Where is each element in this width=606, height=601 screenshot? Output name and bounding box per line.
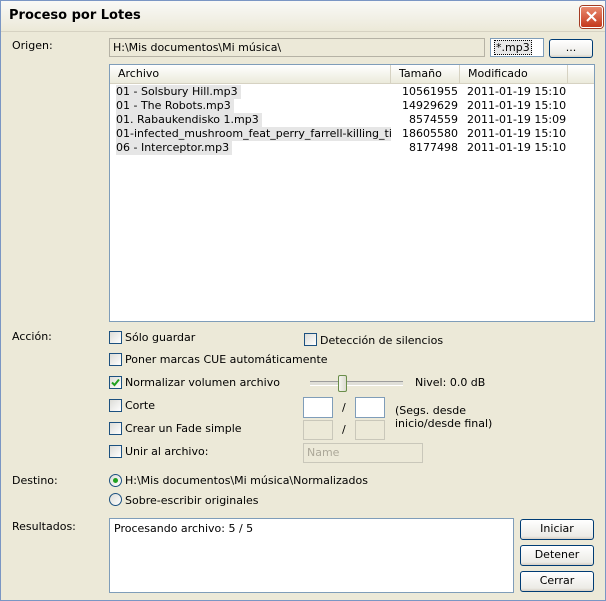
unir-checkbox[interactable] [109,445,122,458]
solo-guardar-checkbox[interactable] [109,331,122,344]
nivel-slider-thumb[interactable] [338,375,347,392]
column-tamano[interactable]: Tamaño [391,65,460,83]
file-modified: 2011-01-19 15:09 [467,113,567,126]
marcas-cue-checkbox[interactable] [109,353,122,366]
file-name: 01 - Solsbury Hill.mp3 [116,85,241,99]
destino-folder-radio[interactable] [109,474,122,487]
file-modified: 2011-01-19 15:10 [467,85,567,98]
batch-process-window: Proceso por Lotes Origen: H:\Mis documen… [0,0,606,601]
corte-label: Corte [125,399,156,412]
iniciar-button[interactable]: Iniciar [520,519,594,540]
file-list-header: Archivo Tamaño Modificado [110,65,594,84]
overwrite-radio[interactable] [109,493,122,506]
file-mask-field[interactable]: *.mp3 [490,38,544,57]
radio-selected-dot [113,478,118,483]
file-size: 10561955 [402,85,458,98]
fade-checkbox[interactable] [109,422,122,435]
column-archivo[interactable]: Archivo [110,65,391,83]
overwrite-label: Sobre-escribir originales [125,494,259,507]
nivel-value: Nivel: 0.0 dB [415,376,486,389]
fade-label: Crear un Fade simple [125,422,242,435]
column-modificado[interactable]: Modificado [460,65,568,83]
destino-folder-label: H:\Mis documentos\Mi música\Normalizados [125,474,368,487]
corte-end-field[interactable] [355,397,385,418]
source-path-field[interactable]: H:\Mis documentos\Mi música\ [109,38,485,57]
corte-separator: / [342,401,346,414]
file-modified: 2011-01-19 15:10 [467,99,567,112]
deteccion-silencios-checkbox[interactable] [304,333,317,346]
fade-end-field[interactable] [355,420,385,440]
close-icon [586,11,597,22]
file-modified: 2011-01-19 15:10 [467,127,567,140]
file-name: 06 - Interceptor.mp3 [116,141,233,155]
file-modified: 2011-01-19 15:10 [467,141,567,154]
file-row[interactable]: 01 - The Robots.mp3 14929629 2011-01-19 … [110,99,594,113]
window-title: Proceso por Lotes [9,8,141,23]
corte-checkbox[interactable] [109,399,122,412]
fade-separator: / [342,423,346,436]
destino-label: Destino: [12,474,58,487]
file-size: 14929629 [402,99,458,112]
browse-button[interactable]: ... [549,39,593,58]
marcas-cue-label: Poner marcas CUE automáticamente [125,353,328,366]
results-box[interactable]: Procesando archivo: 5 / 5 [109,518,514,593]
file-row[interactable]: 01 - Solsbury Hill.mp3 10561955 2011-01-… [110,85,594,99]
results-text: Procesando archivo: 5 / 5 [114,522,254,535]
file-row[interactable]: 06 - Interceptor.mp3 8177498 2011-01-19 … [110,141,594,155]
check-icon [111,378,120,387]
file-name: 01. Rabaukendisko 1.mp3 [116,113,262,127]
unir-label: Unir al archivo: [125,445,209,458]
origen-label: Origen: [12,39,53,52]
file-size: 8177498 [409,141,458,154]
normalizar-label: Normalizar volumen archivo [125,376,280,389]
normalizar-checkbox[interactable] [109,376,122,389]
nivel-slider-track[interactable] [310,381,403,386]
close-button[interactable] [580,6,603,28]
file-size: 18605580 [402,127,458,140]
file-list[interactable]: Archivo Tamaño Modificado 01 - Solsbury … [109,64,595,322]
resultados-label: Resultados: [12,520,76,533]
file-row[interactable]: 01. Rabaukendisko 1.mp3 8574559 2011-01-… [110,113,594,127]
corte-start-field[interactable] [303,397,333,418]
file-row[interactable]: 01-infected_mushroom_feat_perry_farrell-… [110,127,594,141]
accion-label: Acción: [12,330,52,343]
cerrar-button[interactable]: Cerrar [520,571,594,592]
file-name: 01 - The Robots.mp3 [116,99,234,113]
segs-note: (Segs. desde inicio/desde final) [395,404,493,430]
detener-button[interactable]: Detener [520,545,594,566]
file-size: 8574559 [409,113,458,126]
file-mask-text: *.mp3 [494,40,532,55]
unir-name-field[interactable]: Name [303,443,423,463]
fade-start-field[interactable] [303,420,333,440]
solo-guardar-label: Sólo guardar [125,331,196,344]
title-bar[interactable]: Proceso por Lotes [1,1,605,32]
deteccion-silencios-label: Detección de silencios [320,334,444,347]
